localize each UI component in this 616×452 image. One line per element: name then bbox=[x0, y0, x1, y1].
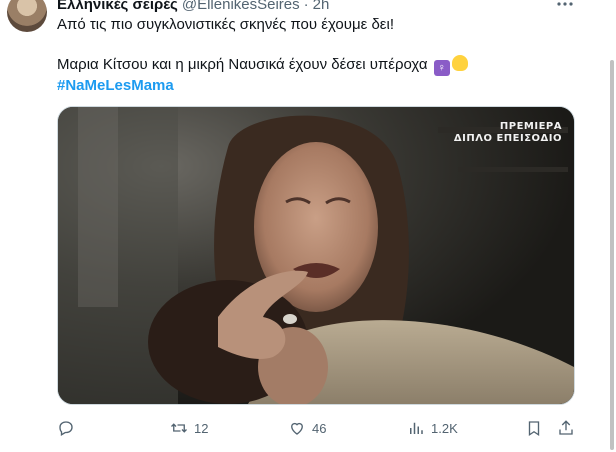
tweet-actions: 12 46 1.2K bbox=[57, 418, 577, 438]
like-count: 46 bbox=[312, 420, 327, 436]
retweet-count: 12 bbox=[194, 420, 209, 436]
tweet-text-line-1: Από τις πιο συγκλονιστικές σκηνές που έχ… bbox=[57, 16, 394, 33]
views-count: 1.2K bbox=[431, 420, 458, 436]
bookmark-button[interactable] bbox=[525, 418, 543, 438]
video-still-image bbox=[58, 107, 574, 404]
retweet-button[interactable]: 12 bbox=[170, 418, 208, 438]
avatar[interactable] bbox=[7, 0, 47, 32]
tweet-text-line-2-text: Μαρια Κίτσου και η μικρή Ναυσικά έχουν δ… bbox=[57, 56, 428, 73]
tweet-text-line-2: Μαρια Κίτσου και η μικρή Ναυσικά έχουν δ… bbox=[57, 55, 577, 76]
clapping-hands-emoji-icon bbox=[451, 55, 468, 71]
separator-dot: · bbox=[303, 0, 309, 13]
overlay-line-2: ΔΙΠΛΟ ΕΠΕΙΣΟΔΙΟ bbox=[453, 133, 562, 144]
analytics-icon bbox=[410, 422, 423, 434]
scrollbar-thumb[interactable] bbox=[610, 60, 614, 450]
retweet-icon bbox=[171, 423, 187, 433]
video-overlay-text: ΠΡΕΜΙΕΡΑ ΔΙΠΛΟ ΕΠΕΙΣΟΔΙΟ bbox=[454, 121, 562, 145]
reply-icon bbox=[59, 421, 73, 436]
like-button[interactable]: 46 bbox=[288, 418, 326, 438]
user-handle[interactable]: @EllenikesSeires bbox=[182, 0, 300, 13]
share-button[interactable] bbox=[557, 418, 575, 438]
share-icon bbox=[559, 420, 573, 435]
tweet-text: Από τις πιο συγκλονιστικές σκηνές που έχ… bbox=[57, 15, 577, 96]
timestamp[interactable]: 2h bbox=[313, 0, 330, 13]
display-name[interactable]: Ελληνικές σειρές bbox=[57, 0, 178, 13]
woman-holding-child-emoji-icon: ♀ bbox=[433, 60, 450, 76]
heart-icon bbox=[291, 422, 303, 435]
tweet-media-image[interactable]: ΠΡΕΜΙΕΡΑ ΔΙΠΛΟ ΕΠΕΙΣΟΔΙΟ bbox=[57, 106, 575, 405]
reply-button[interactable] bbox=[57, 418, 81, 438]
more-icon bbox=[557, 2, 573, 6]
tweet-header: Ελληνικές σειρές @EllenikesSeires · 2h bbox=[57, 0, 329, 13]
views-button[interactable]: 1.2K bbox=[407, 418, 458, 438]
hashtag-link[interactable]: #NaMeLesMama bbox=[57, 77, 174, 94]
more-options-button[interactable] bbox=[555, 0, 575, 14]
bookmark-icon bbox=[528, 421, 540, 437]
overlay-line-1: ΠΡΕΜΙΕΡΑ bbox=[499, 121, 562, 132]
